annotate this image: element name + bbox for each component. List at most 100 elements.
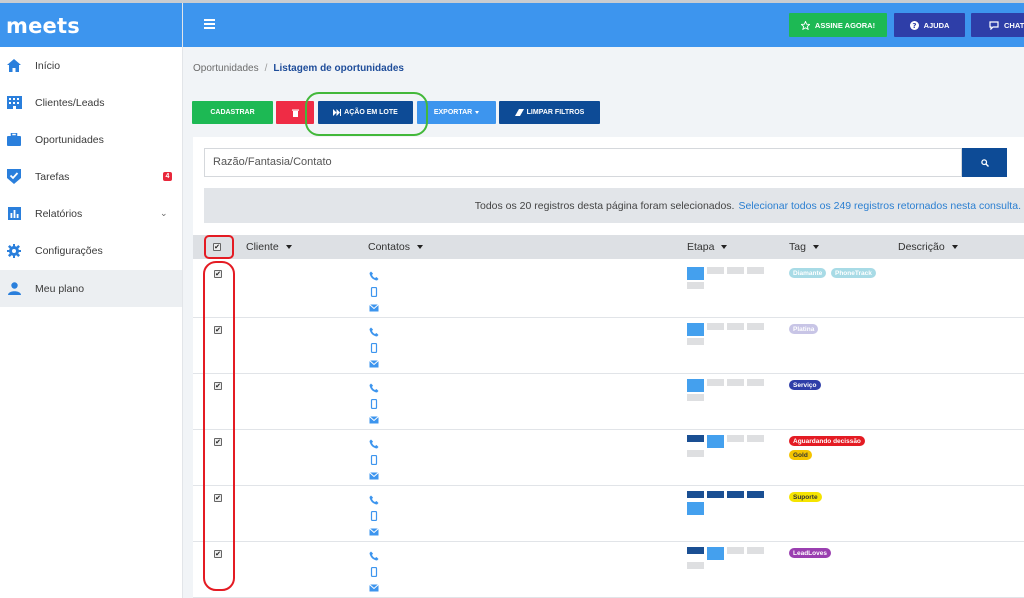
stage-segment [707, 435, 724, 448]
phone-icon[interactable] [369, 436, 379, 449]
trash-icon [291, 109, 299, 117]
user-icon [6, 281, 22, 297]
table-row[interactable]: ✔ LeadLoves [193, 542, 1024, 598]
column-header-cliente[interactable]: Cliente [246, 241, 292, 253]
sidebar-item-inicio[interactable]: Início [0, 47, 182, 84]
svg-text:?: ? [912, 21, 916, 30]
tag-badge: Aguardando decissão [789, 436, 865, 446]
sidebar-item-label: Configurações [35, 244, 103, 257]
stage-segment [707, 491, 724, 498]
mail-icon[interactable] [369, 412, 379, 424]
stage-segment [727, 547, 744, 554]
chat-button[interactable]: CHAT [971, 13, 1024, 37]
eraser-icon [514, 109, 524, 116]
sidebar-item-clientes[interactable]: Clientes/Leads [0, 84, 182, 121]
tasks-count-badge: 4 [163, 172, 172, 181]
chat-bubble-icon [989, 20, 999, 30]
hamburger-menu-icon[interactable] [204, 19, 215, 31]
table-row[interactable]: ✔ Serviço [193, 374, 1024, 430]
mail-icon[interactable] [369, 524, 379, 536]
stage-segment [747, 491, 764, 498]
stage-segment [687, 547, 704, 554]
sidebar-item-label: Tarefas [35, 170, 70, 183]
stage-segment [687, 491, 704, 498]
sidebar: meets Início Clientes/Leads Oportunidade… [0, 3, 183, 598]
question-icon: ? [909, 20, 919, 30]
star-icon [800, 20, 810, 30]
search-button[interactable] [962, 148, 1007, 177]
sidebar-item-configuracoes[interactable]: Configurações [0, 232, 182, 269]
stage-segment [687, 562, 704, 569]
mobile-icon[interactable] [369, 284, 379, 298]
sidebar-item-meu-plano[interactable]: Meu plano [0, 270, 182, 307]
mail-icon[interactable] [369, 300, 379, 312]
tag-badge: LeadLoves [789, 548, 831, 558]
mobile-icon[interactable] [369, 452, 379, 466]
table-header: ✔ Cliente Contatos Etapa Tag Descrição [193, 235, 1024, 259]
column-header-tag[interactable]: Tag [789, 241, 819, 253]
cadastrar-button[interactable]: CADASTRAR [192, 101, 273, 124]
stage-segment [727, 435, 744, 442]
tag-badge: Gold [789, 450, 812, 460]
select-all-link[interactable]: Selecionar todos os 249 registros retorn… [738, 200, 1021, 212]
mobile-icon[interactable] [369, 340, 379, 354]
tag-badge: Suporte [789, 492, 822, 502]
table-row[interactable]: ✔ Aguardando decissão Gold [193, 430, 1024, 486]
sidebar-item-label: Relatórios [35, 207, 83, 220]
top-header: ASSINE AGORA! ? AJUDA CHAT [183, 3, 1024, 47]
stage-segment [687, 450, 704, 457]
sidebar-item-label: Início [35, 59, 61, 72]
mobile-icon[interactable] [369, 508, 379, 522]
annotation-red-box [204, 235, 234, 259]
sidebar-item-relatorios[interactable]: Relatórios ⌄ [0, 195, 182, 232]
mobile-icon[interactable] [369, 564, 379, 578]
search-input[interactable]: Razão/Fantasia/Contato [204, 148, 962, 177]
help-button[interactable]: ? AJUDA [894, 13, 965, 37]
column-header-contatos[interactable]: Contatos [368, 241, 424, 253]
tag-badge: PhoneTrack [831, 268, 876, 278]
stage-segment [727, 379, 744, 386]
phone-icon[interactable] [369, 492, 379, 505]
stage-segment [747, 547, 764, 554]
table-row[interactable]: ✔ Suporte [193, 486, 1024, 542]
stage-segment [707, 547, 724, 560]
phone-icon[interactable] [369, 548, 379, 561]
exportar-dropdown-button[interactable]: EXPORTAR [417, 101, 496, 124]
stage-segment [727, 323, 744, 330]
sort-caret-icon [951, 245, 958, 249]
gear-icon [6, 243, 22, 259]
stage-segment [707, 267, 724, 274]
check-shield-icon [6, 169, 22, 185]
mail-icon[interactable] [369, 356, 379, 368]
mail-icon[interactable] [369, 468, 379, 480]
stage-segment [727, 491, 744, 498]
breadcrumb-current: Listagem de oportunidades [273, 63, 404, 74]
subscribe-button[interactable]: ASSINE AGORA! [789, 13, 887, 37]
brand-logo: meets [0, 3, 182, 47]
breadcrumb: Oportunidades / Listagem de oportunidades [193, 63, 404, 74]
phone-icon[interactable] [369, 324, 379, 337]
stage-segment [727, 267, 744, 274]
mail-icon[interactable] [369, 580, 379, 592]
limpar-filtros-button[interactable]: LIMPAR FILTROS [499, 101, 600, 124]
sidebar-item-tarefas[interactable]: Tarefas 4 [0, 158, 182, 195]
sort-caret-icon [285, 245, 292, 249]
phone-icon[interactable] [369, 380, 379, 393]
stage-segment [687, 379, 704, 392]
table-row[interactable]: ✔ Diamante PhoneTrack [193, 262, 1024, 318]
column-header-descricao[interactable]: Descrição [898, 241, 958, 253]
stage-segment [747, 379, 764, 386]
building-icon [6, 95, 22, 111]
column-header-etapa[interactable]: Etapa [687, 241, 728, 253]
chevron-down-icon: ⌄ [160, 208, 168, 218]
stage-segment [687, 338, 704, 345]
stage-segment [747, 323, 764, 330]
sort-caret-icon [721, 245, 728, 249]
sidebar-item-oportunidades[interactable]: Oportunidades [0, 121, 182, 158]
stage-segment [687, 502, 704, 515]
table-row[interactable]: ✔ Platina [193, 318, 1024, 374]
breadcrumb-parent-link[interactable]: Oportunidades [193, 63, 259, 74]
mobile-icon[interactable] [369, 396, 379, 410]
sidebar-item-label: Meu plano [35, 282, 85, 295]
phone-icon[interactable] [369, 268, 379, 281]
